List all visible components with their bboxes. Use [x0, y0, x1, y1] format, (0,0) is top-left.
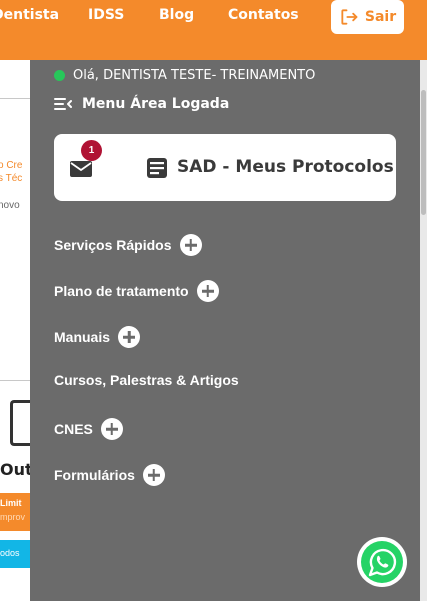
menu-collapse-icon	[54, 98, 72, 110]
background-page: o Cre s Téc novo Out Limit mprov odos	[0, 60, 30, 601]
background-link-2: s Téc	[0, 173, 23, 184]
protocols-card[interactable]: 1 SAD - Meus Protocolos	[54, 134, 396, 201]
menu-item-cursos-palestras-artigos[interactable]: Cursos, Palestras & Artigos	[54, 372, 239, 388]
menu-item-label: Serviços Rápidos	[54, 237, 172, 253]
menu-item-label: CNES	[54, 421, 93, 437]
plus-circle-icon[interactable]	[100, 418, 123, 440]
envelope-icon	[70, 161, 92, 177]
menu-item-label: Cursos, Palestras & Artigos	[54, 372, 239, 388]
logout-label: Sair	[364, 9, 397, 25]
plus-circle-icon[interactable]	[179, 234, 202, 256]
banner-text-2: mprov	[0, 512, 26, 522]
plus-circle-icon[interactable]	[118, 326, 141, 348]
menu-item-cnes[interactable]: CNES	[54, 418, 123, 440]
background-orange-banner: Limit mprov	[0, 493, 30, 531]
greeting-text: Olá, DENTISTA TESTE- TREINAMENTO	[73, 68, 316, 83]
menu-item-label: Plano de tratamento	[54, 283, 189, 299]
plus-circle-icon[interactable]	[196, 280, 219, 302]
scrollbar-thumb[interactable]	[421, 90, 426, 215]
background-month: Out	[0, 460, 30, 479]
nav-link-dentista[interactable]: Dentista	[0, 7, 59, 23]
background-cyan-button: odos	[0, 540, 30, 568]
protocols-label: SAD - Meus Protocolos	[177, 157, 394, 177]
menu-item-servicos-rapidos[interactable]: Serviços Rápidos	[54, 234, 202, 256]
calendar-icon	[10, 400, 30, 446]
user-greeting: Olá, DENTISTA TESTE- TREINAMENTO	[54, 68, 315, 83]
menu-item-plano-de-tratamento[interactable]: Plano de tratamento	[54, 280, 219, 302]
top-navbar: Dentista IDSS Blog Contatos Sair	[0, 0, 427, 60]
background-text: novo	[0, 200, 20, 211]
nav-link-idss[interactable]: IDSS	[88, 7, 124, 23]
menu-header[interactable]: Menu Área Logada	[54, 96, 229, 112]
banner-text-1: Limit	[0, 498, 22, 508]
menu-item-label: Formulários	[54, 467, 135, 483]
whatsapp-icon[interactable]	[356, 536, 408, 588]
menu-item-label: Manuais	[54, 329, 111, 345]
notification-badge: 1	[81, 140, 102, 161]
menu-title: Menu Área Logada	[82, 96, 230, 112]
online-status-dot	[54, 70, 65, 81]
nav-link-contatos[interactable]: Contatos	[228, 7, 299, 23]
nav-link-blog[interactable]: Blog	[159, 7, 194, 23]
logout-icon	[341, 9, 358, 25]
menu-item-manuais[interactable]: Manuais	[54, 326, 141, 348]
background-link-1: o Cre	[0, 160, 23, 171]
protocol-icon	[147, 158, 167, 178]
plus-circle-icon[interactable]	[142, 464, 165, 486]
logout-button[interactable]: Sair	[331, 0, 404, 34]
menu-item-formularios[interactable]: Formulários	[54, 464, 165, 486]
divider	[0, 380, 30, 381]
divider	[0, 98, 30, 99]
cyan-button-label: odos	[0, 548, 20, 558]
